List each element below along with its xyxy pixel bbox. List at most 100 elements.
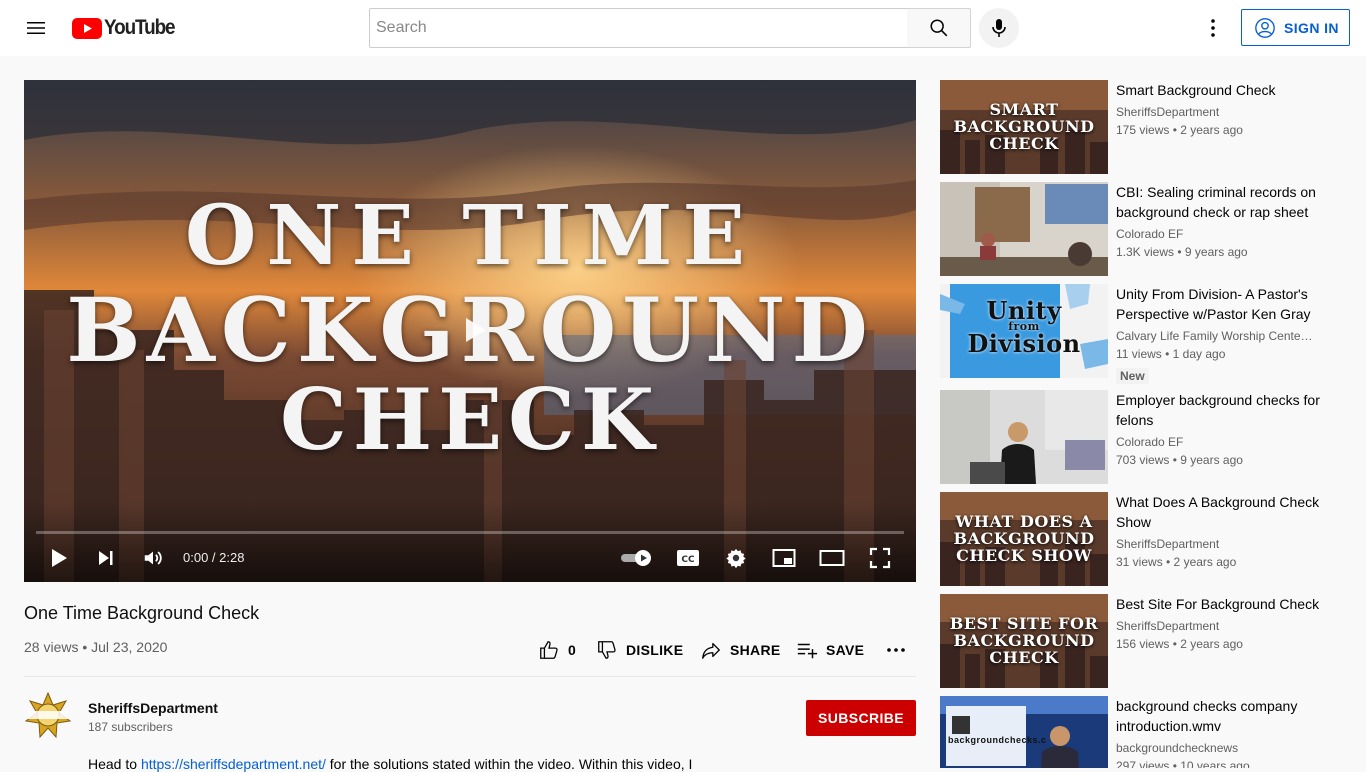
share-button[interactable]: SHARE	[700, 636, 781, 664]
subscriber-count: 187 subscribers	[88, 720, 173, 734]
recommendation-meta: 175 views • 2 years ago	[1116, 123, 1243, 137]
account-icon	[1255, 17, 1275, 38]
thumbnail-text-line-2: BACKGROUND	[953, 117, 1095, 136]
recommendation-meta: 11 views • 1 day ago	[1116, 347, 1226, 361]
description-link[interactable]: https://sheriffsdepartment.net/	[141, 756, 326, 772]
thumbs-up-icon	[540, 641, 558, 659]
recommendation-title[interactable]: What Does A Background Check Show	[1116, 492, 1330, 532]
recommendation-channel: backgroundchecknews	[1116, 741, 1239, 755]
thumbnail-text-line-1: SMART	[989, 100, 1059, 119]
large-play-button[interactable]	[454, 310, 494, 350]
autoplay-toggle[interactable]	[618, 544, 654, 572]
mute-button[interactable]	[135, 544, 171, 572]
more-actions-button[interactable]	[884, 636, 908, 664]
save-button[interactable]: SAVE	[796, 636, 864, 664]
video-title: One Time Background Check	[24, 603, 260, 623]
play-button[interactable]	[41, 544, 77, 572]
search-box	[369, 8, 908, 48]
miniplayer-button[interactable]	[766, 544, 802, 572]
recommendation-item[interactable]: CBI: Sealing criminal records on backgro…	[940, 182, 1350, 276]
recommendation-channel: SheriffsDepartment	[1116, 537, 1220, 551]
voice-search-button[interactable]	[979, 8, 1019, 48]
recommendation-meta: 297 views • 10 years ago	[1116, 759, 1250, 768]
recommendation-thumbnail[interactable]: Unity from Division	[940, 284, 1108, 378]
recommendation-title[interactable]: background checks company introduction.w…	[1116, 696, 1330, 736]
like-count: 0	[568, 642, 577, 658]
recommendation-title[interactable]: CBI: Sealing criminal records on backgro…	[1116, 182, 1330, 222]
recommendation-title[interactable]: Employer background checks for felons	[1116, 390, 1330, 430]
new-badge: New	[1116, 368, 1149, 384]
recommendation-channel: Colorado EF	[1116, 227, 1184, 241]
video-description: Head to https://sheriffsdepartment.net/ …	[88, 756, 692, 772]
recommendation-meta: 1.3K views • 9 years ago	[1116, 245, 1248, 259]
recommendation-thumbnail[interactable]: SMART BACKGROUND CHECK	[940, 80, 1108, 174]
progress-bar[interactable]	[36, 531, 904, 534]
recommendation-item[interactable]: BEST SITE FOR BACKGROUND CHECK Best Site…	[940, 594, 1350, 688]
recommendation-item[interactable]: backgroundchecks.c background checks com…	[940, 696, 1350, 768]
sign-in-button[interactable]: SIGN IN	[1241, 9, 1350, 46]
gear-icon	[726, 548, 746, 569]
time-display: 0:00 / 2:28	[183, 550, 245, 565]
menu-icon[interactable]	[24, 16, 48, 40]
thumbnail-text-line-2: BACKGROUND	[953, 631, 1095, 650]
youtube-play-logo-icon	[72, 17, 102, 39]
recommendation-meta: 156 views • 2 years ago	[1116, 637, 1243, 651]
recommendation-thumbnail[interactable]	[940, 390, 1108, 484]
play-icon	[52, 549, 67, 567]
recommendation-thumbnail[interactable]	[940, 182, 1108, 276]
channel-avatar[interactable]	[24, 691, 72, 739]
video-player[interactable]: ONE TIME BACKGROUND CHECK 0:00 / 2:28 CC	[24, 80, 916, 582]
share-label: SHARE	[730, 642, 781, 658]
thumbnail-text-line-3: CHECK	[989, 134, 1059, 153]
recommendation-thumbnail[interactable]: WHAT DOES A BACKGROUND CHECK SHOW	[940, 492, 1108, 586]
theater-mode-button[interactable]	[814, 544, 850, 572]
recommendation-title[interactable]: Best Site For Background Check	[1116, 594, 1330, 614]
play-icon	[466, 318, 486, 342]
recommendation-thumbnail[interactable]: BEST SITE FOR BACKGROUND CHECK	[940, 594, 1108, 688]
save-label: SAVE	[826, 642, 865, 658]
like-button[interactable]: 0	[538, 636, 576, 664]
recommendation-item[interactable]: WHAT DOES A BACKGROUND CHECK SHOW What D…	[940, 492, 1350, 586]
masthead: YouTube SIGN IN	[0, 0, 1366, 56]
logo-text: YouTube	[104, 16, 176, 39]
next-button[interactable]	[88, 544, 124, 572]
add-to-playlist-icon	[797, 643, 818, 659]
description-prefix: Head to	[88, 756, 141, 772]
microphone-icon	[992, 19, 1006, 37]
captions-button[interactable]: CC	[670, 544, 706, 572]
settings-more-button[interactable]	[1201, 16, 1225, 40]
horizontal-dots-icon	[887, 648, 905, 652]
settings-button[interactable]	[718, 544, 754, 572]
recommendation-title[interactable]: Smart Background Check	[1116, 80, 1330, 100]
closed-captions-icon: CC	[677, 550, 699, 566]
recommendation-thumbnail[interactable]: backgroundchecks.c	[940, 696, 1108, 768]
volume-icon	[144, 551, 162, 565]
thumbnail-text-line-3: CHECK SHOW	[956, 546, 1092, 565]
search-input[interactable]	[370, 9, 907, 47]
thumbnail-text-line-1: BEST SITE FOR	[949, 614, 1099, 633]
dislike-button[interactable]: DISLIKE	[596, 636, 683, 664]
thumbnail-title-line-3: CHECK	[279, 370, 661, 469]
channel-name[interactable]: SheriffsDepartment	[88, 700, 218, 716]
subscribe-button[interactable]: SUBSCRIBE	[806, 700, 916, 736]
thumbnail-text-line-3: Division	[967, 329, 1081, 358]
thumbnail-text-line-1: backgroundchecks.c	[948, 735, 1047, 745]
miniplayer-icon	[772, 549, 796, 567]
recommendation-item[interactable]: Unity from Division Unity From Division-…	[940, 284, 1350, 384]
recommendation-channel: Calvary Life Family Worship Center ...	[1116, 329, 1316, 343]
recommendation-meta: 31 views • 2 years ago	[1116, 555, 1237, 569]
recommendation-title[interactable]: Unity From Division- A Pastor's Perspect…	[1116, 284, 1330, 324]
autoplay-toggle-icon	[621, 550, 651, 566]
youtube-logo[interactable]: YouTube	[72, 16, 182, 39]
skip-next-icon	[99, 551, 113, 565]
recommendation-item[interactable]: Employer background checks for felons Co…	[940, 390, 1350, 484]
search-icon	[929, 19, 947, 37]
thumbnail-image	[940, 182, 1108, 276]
recommendation-item[interactable]: SMART BACKGROUND CHECK Smart Background …	[940, 80, 1350, 174]
video-view-date: 28 views • Jul 23, 2020	[24, 639, 168, 655]
svg-text:CC: CC	[681, 555, 695, 565]
fullscreen-button[interactable]	[862, 544, 898, 572]
sheriff-star-badge-icon	[24, 691, 72, 739]
search-button[interactable]	[907, 8, 971, 48]
recommendation-channel: Colorado EF	[1116, 435, 1184, 449]
